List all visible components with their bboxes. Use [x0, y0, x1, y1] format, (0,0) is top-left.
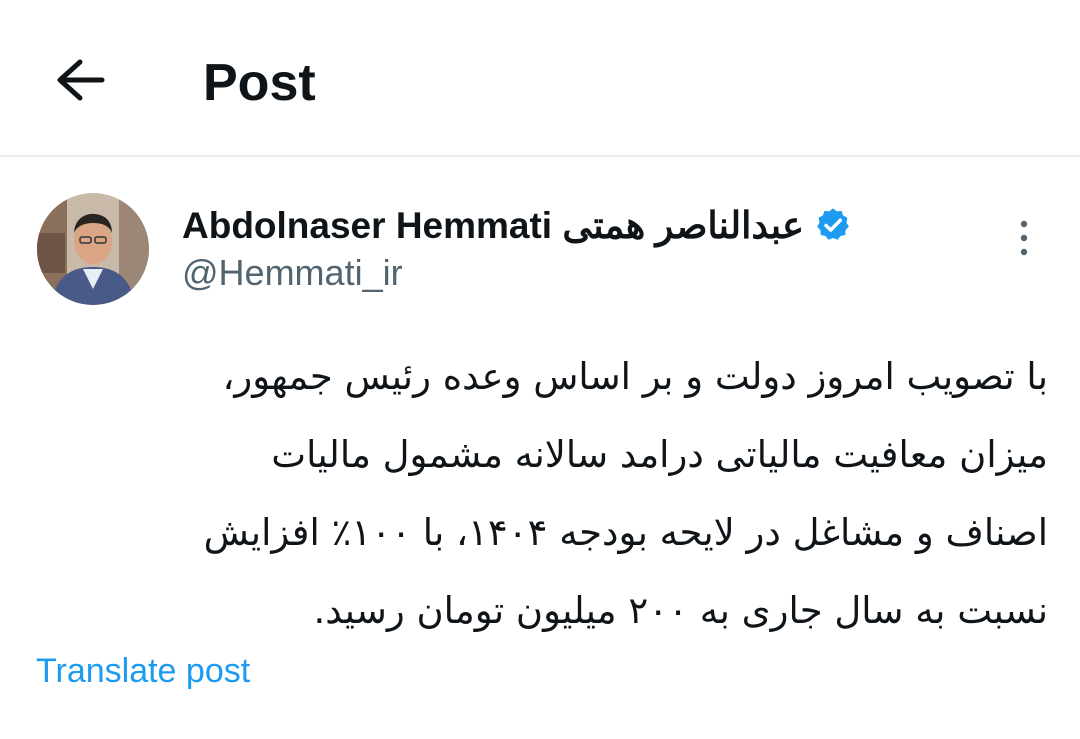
post-text: با تصویب امروز دولت و بر اساس وعده رئیس …: [60, 338, 1048, 650]
author-display-name: Abdolnaser Hemmati عبدالناصر همتی: [182, 204, 805, 246]
verified-badge-icon: [814, 206, 852, 244]
author-name-row[interactable]: Abdolnaser Hemmati عبدالناصر همتی: [182, 200, 852, 250]
avatar[interactable]: [37, 193, 149, 305]
top-bar: Post: [0, 0, 1080, 157]
post-text-line: میزان معافیت مالیاتی درامد سالانه مشمول …: [271, 433, 1048, 476]
author-handle[interactable]: @Hemmati_ir: [182, 252, 403, 294]
post-text-line: نسبت به سال جاری به ۲۰۰ میلیون تومان رسی…: [313, 589, 1048, 632]
more-vertical-icon: [1020, 220, 1028, 256]
post-text-line: با تصویب امروز دولت و بر اساس وعده رئیس …: [222, 355, 1048, 398]
more-options-button[interactable]: [1002, 214, 1046, 262]
post-text-line: اصناف و مشاغل در لایحه بودجه ۱۴۰۴، با ۱۰…: [203, 511, 1048, 554]
page-title: Post: [203, 54, 316, 112]
avatar-photo: [37, 193, 149, 305]
back-button[interactable]: [44, 44, 116, 116]
arrow-left-icon: [57, 59, 105, 101]
translate-post-link[interactable]: Translate post: [36, 652, 250, 691]
